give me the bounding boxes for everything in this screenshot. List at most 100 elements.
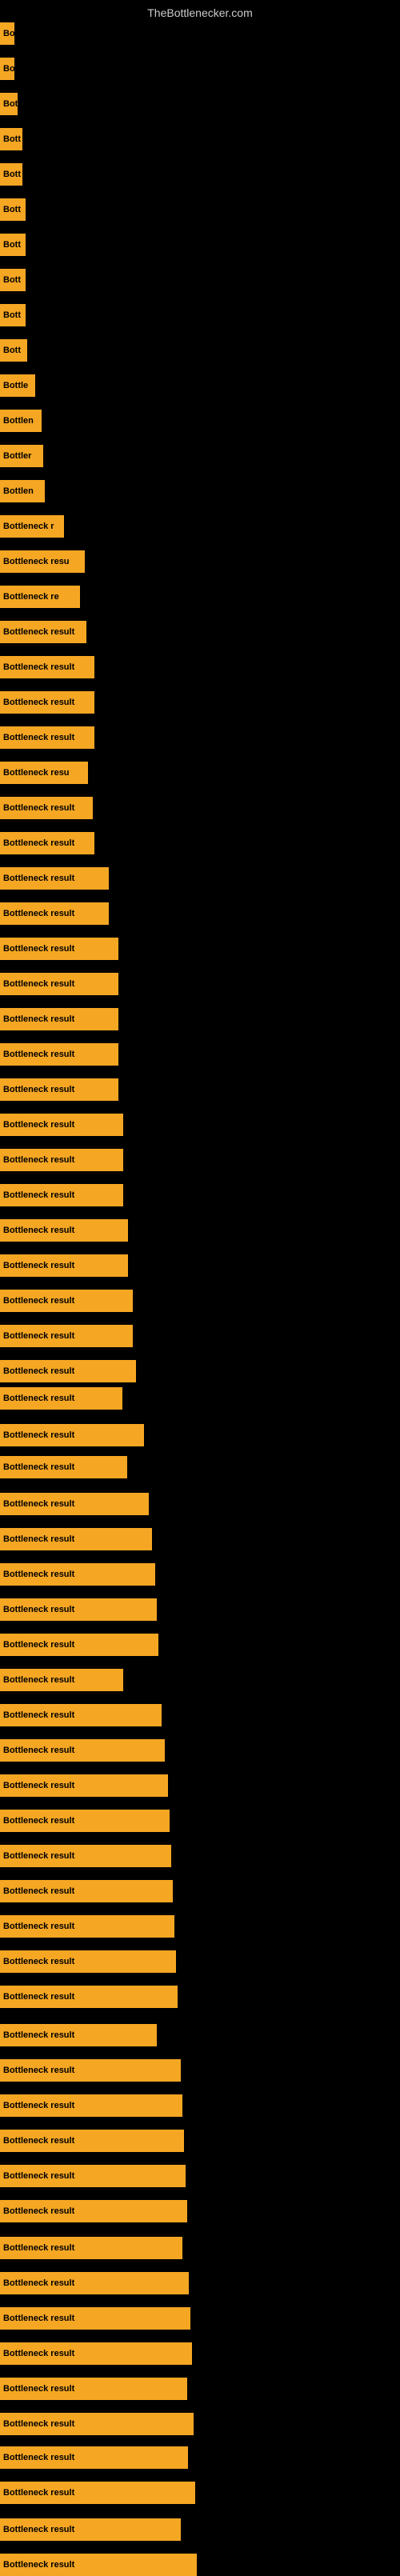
bar-row-60: Bottleneck result [0, 2130, 184, 2152]
bar-row-15: Bottleneck resu [0, 550, 85, 573]
bar-label-53: Bottleneck result [0, 1880, 173, 1902]
bar-row-54: Bottleneck result [0, 1915, 174, 1938]
bar-row-19: Bottleneck result [0, 691, 94, 714]
bar-row-13: Bottlen [0, 480, 45, 502]
bar-label-46: Bottleneck result [0, 1634, 158, 1656]
bar-label-57: Bottleneck result [0, 2024, 157, 2046]
bar-label-68: Bottleneck result [0, 2413, 194, 2435]
bar-row-57: Bottleneck result [0, 2024, 157, 2046]
bar-row-55: Bottleneck result [0, 1950, 176, 1973]
bar-label-49: Bottleneck result [0, 1739, 165, 1762]
bar-label-54: Bottleneck result [0, 1915, 174, 1938]
bar-label-62: Bottleneck result [0, 2200, 187, 2222]
bar-label-42: Bottleneck result [0, 1493, 149, 1515]
bar-row-33: Bottleneck result [0, 1184, 123, 1206]
bar-label-6: Bott [0, 234, 26, 256]
bar-label-3: Bott [0, 128, 22, 150]
bar-row-21: Bottleneck resu [0, 762, 88, 784]
bar-label-8: Bott [0, 304, 26, 326]
bar-row-42: Bottleneck result [0, 1493, 149, 1515]
bar-label-31: Bottleneck result [0, 1114, 123, 1136]
bar-label-24: Bottleneck result [0, 867, 109, 890]
bar-label-60: Bottleneck result [0, 2130, 184, 2152]
bar-row-10: Bottle [0, 374, 35, 397]
bar-label-11: Bottlen [0, 410, 42, 432]
bar-row-65: Bottleneck result [0, 2307, 190, 2330]
bar-row-24: Bottleneck result [0, 867, 109, 890]
bar-label-66: Bottleneck result [0, 2342, 192, 2365]
bar-row-4: Bott [0, 163, 22, 186]
bar-row-71: Bottleneck result [0, 2518, 181, 2541]
bar-label-14: Bottleneck r [0, 515, 64, 538]
bar-row-3: Bott [0, 128, 22, 150]
bar-label-45: Bottleneck result [0, 1598, 157, 1621]
bar-row-6: Bott [0, 234, 26, 256]
bar-row-30: Bottleneck result [0, 1078, 118, 1101]
bar-label-0: Bo [0, 22, 14, 45]
bar-row-11: Bottlen [0, 410, 42, 432]
bar-label-35: Bottleneck result [0, 1254, 128, 1277]
bar-label-10: Bottle [0, 374, 35, 397]
bar-label-30: Bottleneck result [0, 1078, 118, 1101]
bar-row-25: Bottleneck result [0, 902, 109, 925]
bar-row-2: Bot [0, 93, 18, 115]
bar-row-20: Bottleneck result [0, 726, 94, 749]
bar-row-27: Bottleneck result [0, 973, 118, 995]
bar-row-43: Bottleneck result [0, 1528, 152, 1550]
bar-row-47: Bottleneck result [0, 1669, 123, 1691]
bar-row-72: Bottleneck result [0, 2554, 197, 2576]
bar-label-47: Bottleneck result [0, 1669, 123, 1691]
bar-label-72: Bottleneck result [0, 2554, 197, 2576]
bar-label-16: Bottleneck re [0, 586, 80, 608]
bar-label-40: Bottleneck result [0, 1424, 144, 1446]
bar-label-13: Bottlen [0, 480, 45, 502]
bar-label-33: Bottleneck result [0, 1184, 123, 1206]
bar-row-44: Bottleneck result [0, 1563, 155, 1586]
bar-label-67: Bottleneck result [0, 2378, 187, 2400]
bar-label-22: Bottleneck result [0, 797, 93, 819]
bar-row-39: Bottleneck result [0, 1387, 122, 1410]
bar-row-12: Bottler [0, 445, 43, 467]
bar-label-43: Bottleneck result [0, 1528, 152, 1550]
bar-label-61: Bottleneck result [0, 2165, 186, 2187]
bar-row-31: Bottleneck result [0, 1114, 123, 1136]
bar-row-1: Bo [0, 58, 14, 80]
bar-label-28: Bottleneck result [0, 1008, 118, 1030]
bar-row-45: Bottleneck result [0, 1598, 157, 1621]
site-title: TheBottlenecker.com [0, 0, 400, 22]
bar-row-58: Bottleneck result [0, 2059, 181, 2082]
bar-row-22: Bottleneck result [0, 797, 93, 819]
bar-label-36: Bottleneck result [0, 1290, 133, 1312]
bar-label-4: Bott [0, 163, 22, 186]
bar-row-68: Bottleneck result [0, 2413, 194, 2435]
bar-label-18: Bottleneck result [0, 656, 94, 678]
bar-row-63: Bottleneck result [0, 2237, 182, 2259]
bar-row-14: Bottleneck r [0, 515, 64, 538]
bar-row-0: Bo [0, 22, 14, 45]
bar-row-26: Bottleneck result [0, 938, 118, 960]
bar-label-29: Bottleneck result [0, 1043, 118, 1066]
bar-row-49: Bottleneck result [0, 1739, 165, 1762]
bar-label-56: Bottleneck result [0, 1986, 178, 2008]
bar-row-40: Bottleneck result [0, 1424, 144, 1446]
bar-label-27: Bottleneck result [0, 973, 118, 995]
bar-row-67: Bottleneck result [0, 2378, 187, 2400]
bar-label-21: Bottleneck resu [0, 762, 88, 784]
bar-label-58: Bottleneck result [0, 2059, 181, 2082]
bar-label-70: Bottleneck result [0, 2482, 195, 2504]
bar-row-62: Bottleneck result [0, 2200, 187, 2222]
bar-label-51: Bottleneck result [0, 1810, 170, 1832]
bar-label-32: Bottleneck result [0, 1149, 123, 1171]
bar-row-52: Bottleneck result [0, 1845, 171, 1867]
bar-label-9: Bott [0, 339, 27, 362]
bar-row-64: Bottleneck result [0, 2272, 189, 2294]
bar-row-17: Bottleneck result [0, 621, 86, 643]
bar-label-15: Bottleneck resu [0, 550, 85, 573]
bar-label-7: Bott [0, 269, 26, 291]
bar-label-50: Bottleneck result [0, 1774, 168, 1797]
bar-row-9: Bott [0, 339, 27, 362]
bar-row-29: Bottleneck result [0, 1043, 118, 1066]
bar-row-70: Bottleneck result [0, 2482, 195, 2504]
bar-label-1: Bo [0, 58, 14, 80]
bar-row-32: Bottleneck result [0, 1149, 123, 1171]
